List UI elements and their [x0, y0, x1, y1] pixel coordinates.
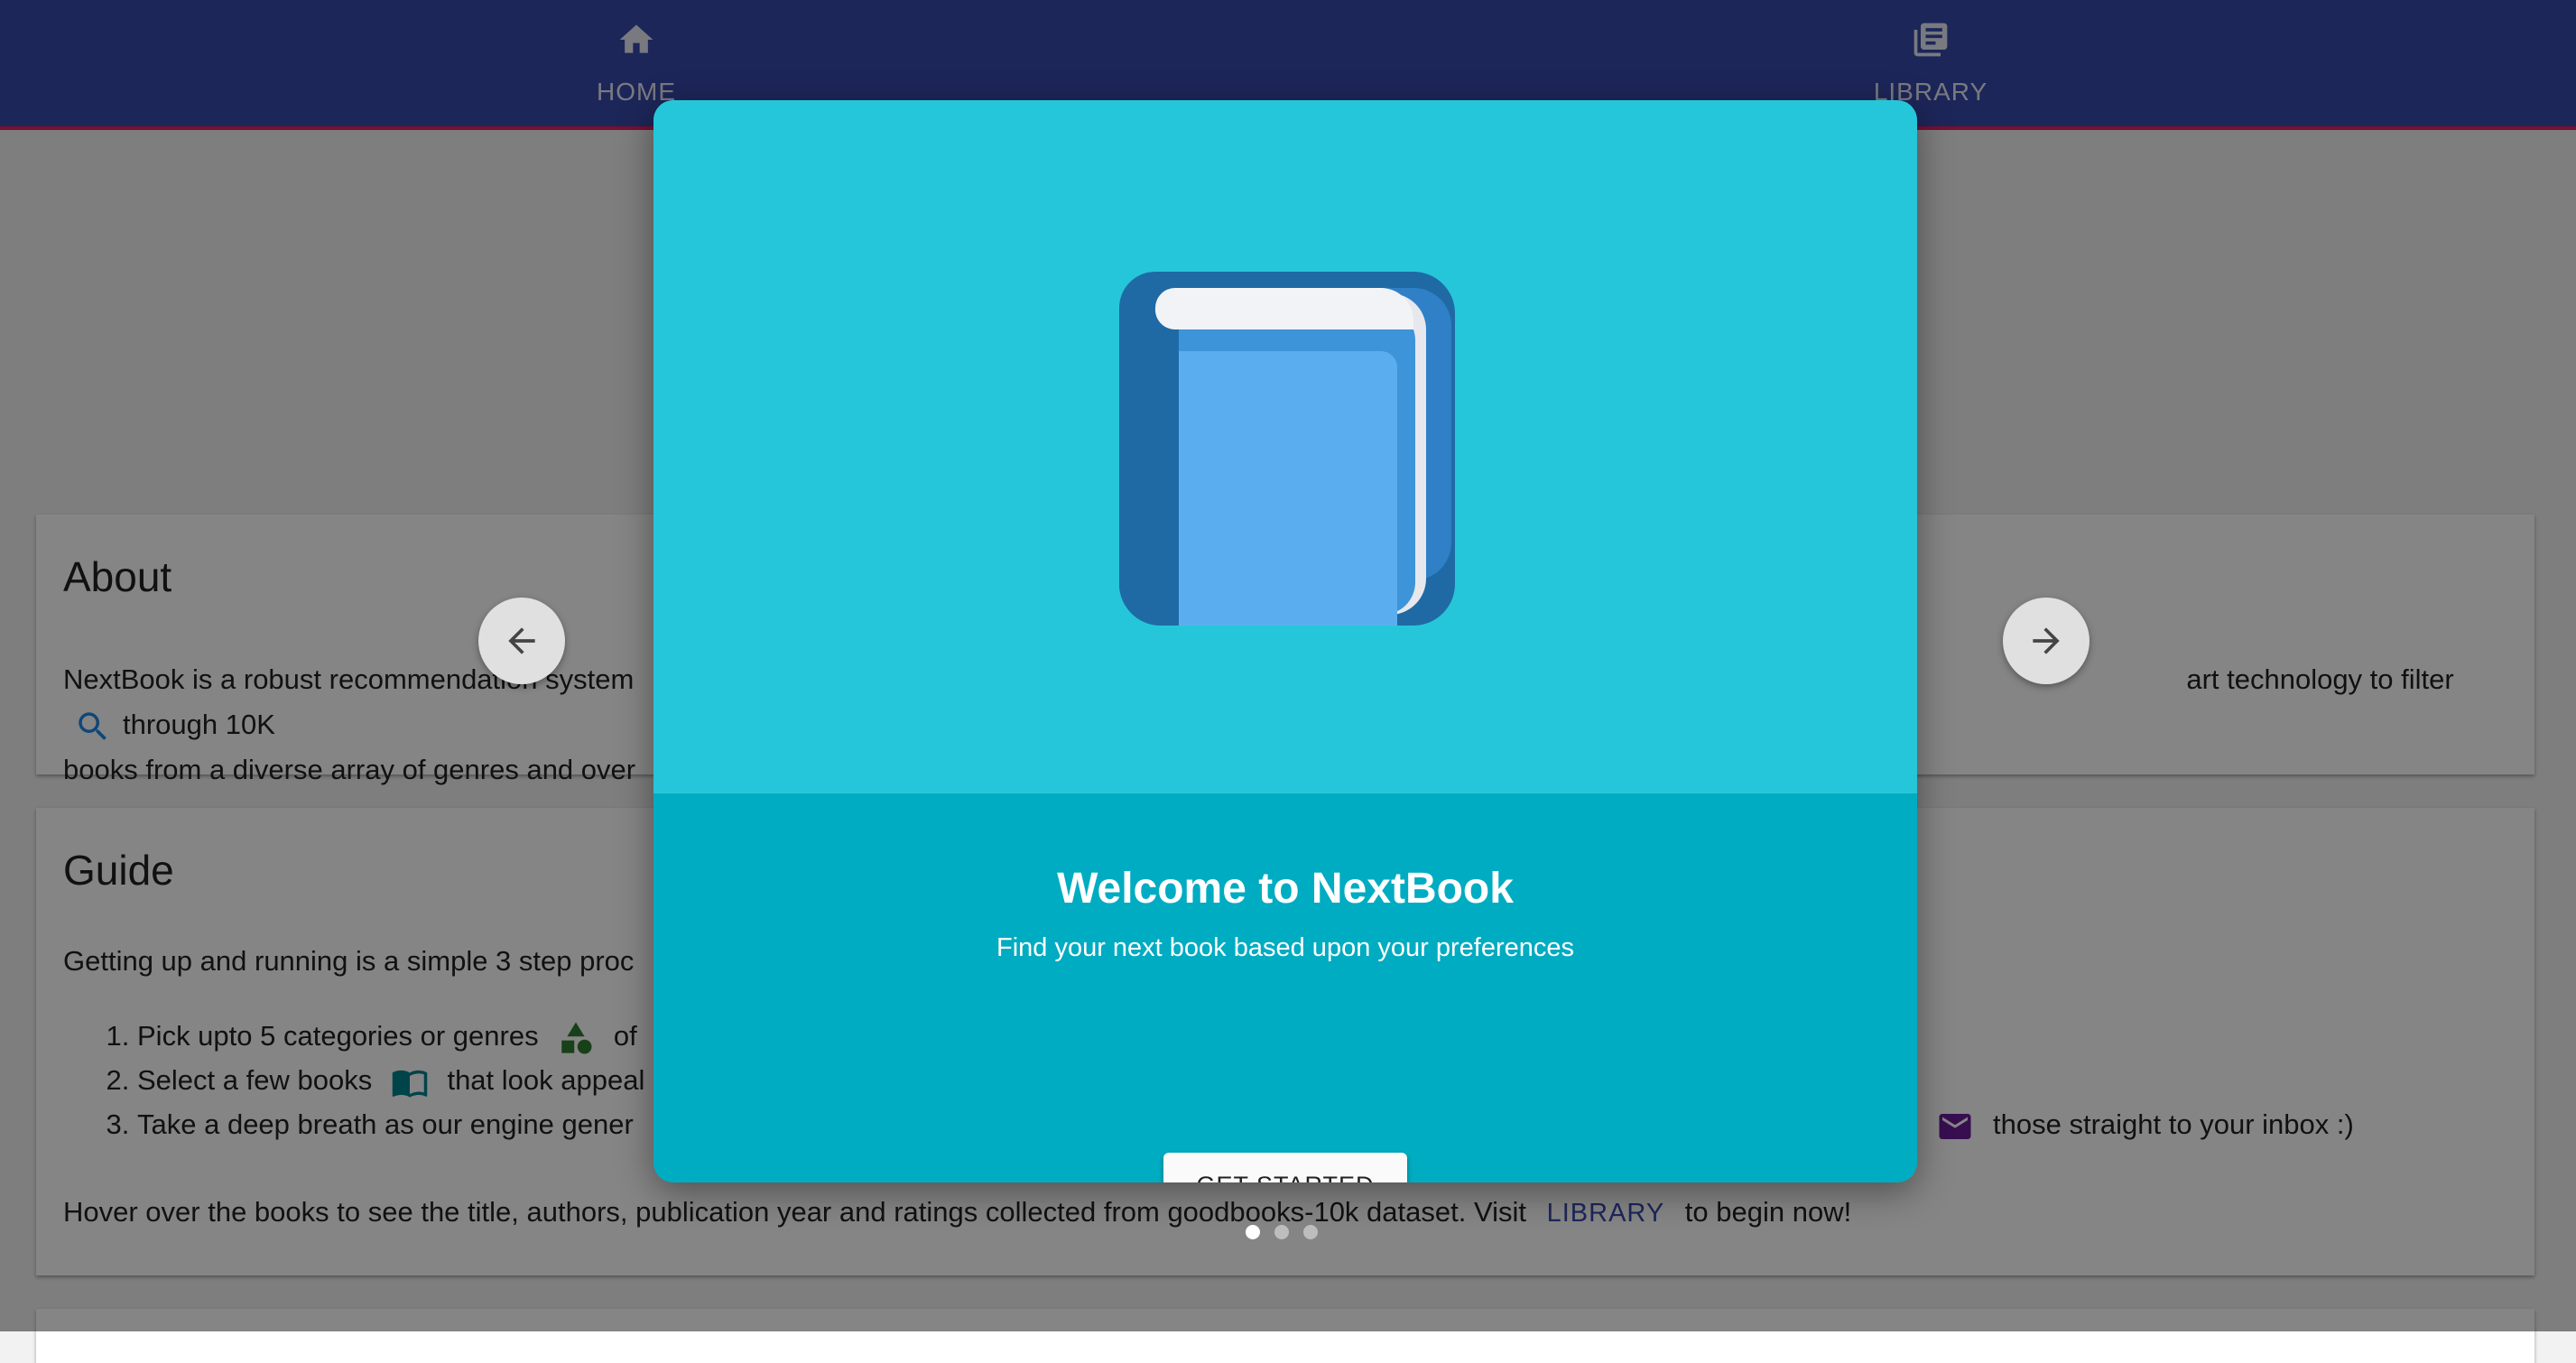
carousel-dot-2[interactable] — [1274, 1225, 1289, 1239]
dialog-title: Welcome to NextBook — [1057, 865, 1514, 913]
welcome-dialog: Welcome to NextBook Find your next book … — [653, 100, 1917, 1182]
carousel-dot-1[interactable] — [1246, 1225, 1260, 1239]
carousel-next-button[interactable] — [2003, 598, 2090, 684]
carousel-dots — [1246, 1225, 1318, 1239]
get-started-button[interactable]: GET STARTED — [1163, 1153, 1407, 1182]
dialog-subtitle: Find your next book based upon your pref… — [996, 933, 1574, 962]
dialog-media-area — [653, 100, 1917, 793]
dialog-content-area: Welcome to NextBook Find your next book … — [653, 793, 1917, 1182]
carousel-dot-3[interactable] — [1303, 1225, 1318, 1239]
carousel-prev-button[interactable] — [478, 598, 565, 684]
arrow-back-icon — [508, 627, 535, 654]
book-icon — [1119, 272, 1455, 626]
arrow-forward-icon — [2033, 627, 2060, 654]
